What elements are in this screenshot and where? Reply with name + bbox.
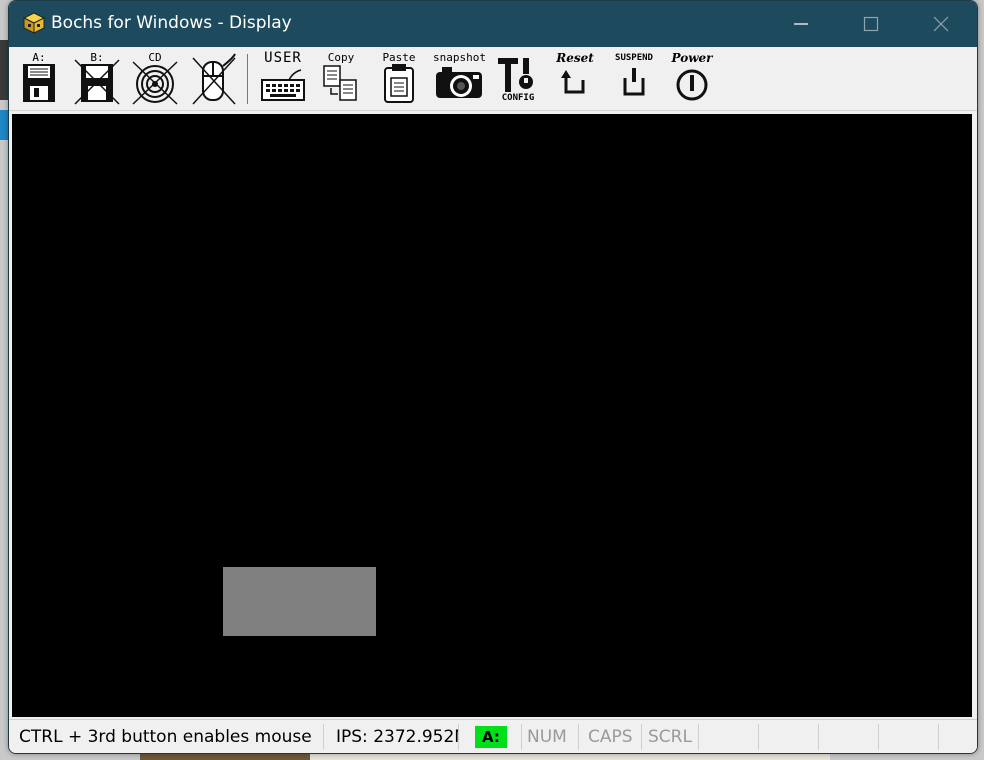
close-button[interactable] [911, 1, 971, 47]
config-button[interactable]: CONFIG [493, 52, 543, 106]
mouse-button[interactable] [189, 52, 239, 106]
window-title: Bochs for Windows - Display [51, 13, 292, 33]
ips-readout: IPS: 2372.952M [332, 724, 459, 750]
emulator-display[interactable] [12, 114, 972, 717]
title-bar[interactable]: Bochs for Windows - Display [9, 1, 977, 47]
scroll-lock-indicator: SCRL [644, 724, 699, 750]
status-cell-empty [759, 724, 819, 750]
toolbar: A: B: CD USER Copy Paste snapshot CONFIG… [9, 48, 977, 111]
snapshot-button[interactable]: snapshot [433, 52, 486, 106]
maximize-icon [863, 16, 879, 32]
floppy-a-button[interactable]: A: [19, 52, 59, 106]
display-gray-region [223, 567, 376, 636]
floppy-b-button[interactable]: B: [73, 52, 121, 106]
suspend-button[interactable]: SUSPEND [609, 52, 659, 106]
copy-button[interactable]: Copy [319, 52, 363, 106]
user-button[interactable]: USER [259, 51, 307, 106]
caps-lock-indicator: CAPS [584, 724, 642, 750]
minimize-button[interactable] [771, 1, 831, 47]
maximize-button[interactable] [841, 1, 901, 47]
status-cell-empty [879, 724, 939, 750]
toolbar-separator [247, 54, 248, 104]
status-cell-empty [819, 724, 879, 750]
reset-button[interactable]: Reset [551, 52, 599, 106]
num-lock-indicator: NUM [523, 724, 579, 750]
close-icon [933, 16, 949, 32]
minimize-icon [794, 23, 808, 25]
status-bar: CTRL + 3rd button enables mouse IPS: 237… [9, 719, 977, 753]
mouse-disabled-icon [192, 53, 236, 105]
paste-button[interactable]: Paste [379, 52, 419, 106]
power-button[interactable]: Power [667, 52, 717, 106]
drive-a-indicator: A: [475, 726, 507, 748]
bochs-window: Bochs for Windows - Display A: B: CD USE… [8, 0, 978, 754]
status-cell-empty [699, 724, 759, 750]
bochs-cube-icon [22, 12, 46, 34]
cdrom-button[interactable]: CD [130, 52, 180, 106]
mouse-hint-text: CTRL + 3rd button enables mouse [15, 724, 324, 750]
